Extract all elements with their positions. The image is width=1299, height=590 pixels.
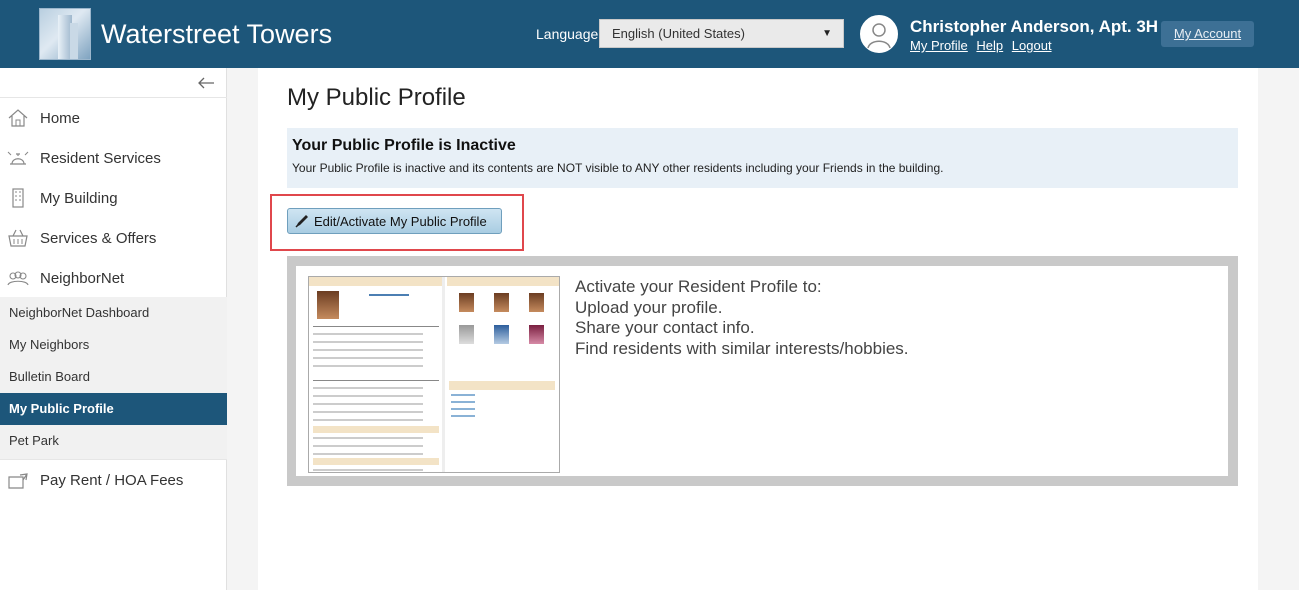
sidebar-item-label: Services & Offers — [40, 229, 157, 247]
promo-text: Activate your Resident Profile to: Uploa… — [575, 277, 909, 359]
user-name: Christopher Anderson, Apt. 3H — [910, 17, 1159, 36]
sidebar-item-pay-rent[interactable]: Pay Rent / HOA Fees — [0, 460, 227, 500]
building-logo[interactable] — [39, 8, 91, 60]
page-title: My Public Profile — [287, 84, 466, 111]
neighbornet-submenu: NeighborNet Dashboard My Neighbors Bulle… — [0, 297, 227, 459]
status-description: Your Public Profile is inactive and its … — [292, 161, 944, 175]
my-account-button[interactable]: My Account — [1161, 21, 1254, 47]
promo-line: Share your contact info. — [575, 318, 755, 337]
sidebar-item-services-offers[interactable]: Services & Offers — [0, 218, 227, 258]
status-title: Your Public Profile is Inactive — [292, 137, 516, 154]
payment-icon — [8, 473, 28, 489]
sidebar-subitem-bulletin-board[interactable]: Bulletin Board — [0, 361, 227, 393]
sidebar-item-my-building[interactable]: My Building — [0, 178, 227, 218]
sidebar: Home Resident Services My Building Servi… — [0, 68, 227, 590]
home-icon — [8, 109, 28, 127]
sidebar-subitem-pet-park[interactable]: Pet Park — [0, 425, 227, 457]
profile-status-box: Your Public Profile is Inactive Your Pub… — [287, 128, 1238, 188]
pen-icon — [295, 215, 308, 228]
building-icon — [12, 188, 24, 208]
profile-preview-frame: Activate your Resident Profile to: Uploa… — [287, 256, 1238, 486]
promo-line: Activate your Resident Profile to: — [575, 277, 822, 296]
edit-button-label: Edit/Activate My Public Profile — [314, 213, 487, 229]
sample-profile-image — [308, 276, 560, 473]
my-profile-link[interactable]: My Profile — [910, 38, 968, 53]
sidebar-subitem-my-neighbors[interactable]: My Neighbors — [0, 329, 227, 361]
top-header: Waterstreet Towers Language: English (Un… — [0, 0, 1299, 68]
service-bell-icon — [7, 151, 29, 165]
sidebar-item-resident-services[interactable]: Resident Services — [0, 138, 227, 178]
language-value: English (United States) — [612, 26, 745, 41]
sidebar-subitem-my-public-profile[interactable]: My Public Profile — [0, 393, 227, 425]
promo-line: Find residents with similar interests/ho… — [575, 338, 909, 358]
language-select[interactable]: English (United States) ▼ — [599, 19, 844, 48]
people-icon — [7, 271, 29, 286]
sidebar-subitem-neighbornet-dashboard[interactable]: NeighborNet Dashboard — [0, 297, 227, 329]
app-title: Waterstreet Towers — [101, 19, 333, 49]
help-link[interactable]: Help — [976, 38, 1003, 53]
avatar[interactable] — [860, 15, 898, 53]
sidebar-item-label: Pay Rent / HOA Fees — [40, 471, 184, 489]
sidebar-item-label: NeighborNet — [40, 269, 125, 287]
sidebar-item-label: Resident Services — [40, 149, 161, 167]
user-links: My Profile Help Logout — [910, 38, 1057, 53]
chevron-down-icon: ▼ — [822, 28, 832, 39]
edit-activate-profile-button[interactable]: Edit/Activate My Public Profile — [287, 208, 502, 234]
logout-link[interactable]: Logout — [1012, 38, 1052, 53]
basket-icon — [8, 229, 28, 247]
sidebar-item-label: Home — [40, 109, 81, 127]
profile-preview-panel: Activate your Resident Profile to: Uploa… — [296, 266, 1228, 476]
sidebar-item-home[interactable]: Home — [0, 98, 227, 138]
language-label: Language: — [536, 26, 603, 42]
sidebar-item-neighbornet[interactable]: NeighborNet — [0, 258, 227, 298]
user-silhouette-icon — [867, 23, 891, 49]
sidebar-item-label: My Building — [40, 189, 118, 207]
promo-line: Upload your profile. — [575, 297, 723, 317]
collapse-arrow-icon[interactable] — [196, 74, 216, 92]
